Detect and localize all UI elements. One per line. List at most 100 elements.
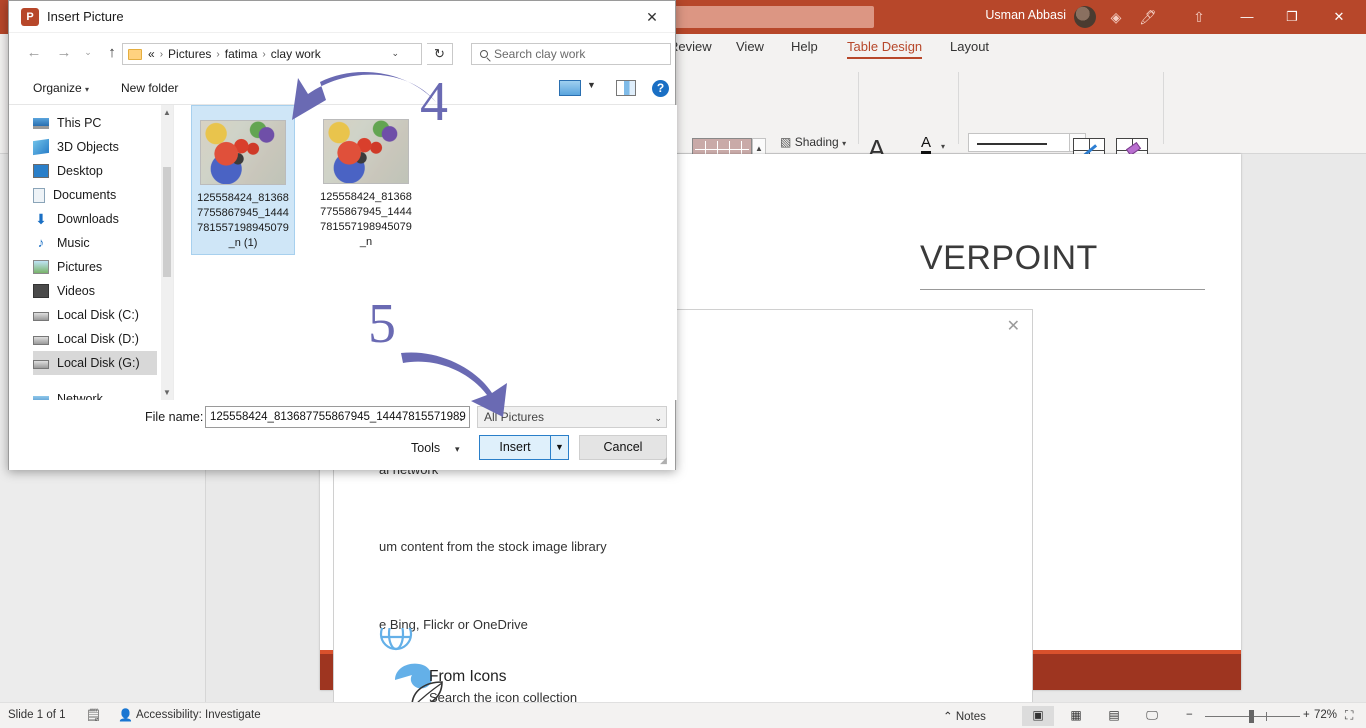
sidebar-item-local-disk-d[interactable]: Local Disk (D:) <box>33 327 157 351</box>
notes-icon: ⌃ <box>943 711 953 723</box>
slide-title[interactable]: VERPOINT <box>920 239 1098 278</box>
text-fill-icon[interactable]: A <box>921 134 932 154</box>
resize-grip[interactable]: ◢ <box>660 455 672 467</box>
zoom-level[interactable]: 72% <box>1314 709 1337 721</box>
chevron-down-icon: ▾ <box>85 85 90 94</box>
sidebar-item-videos[interactable]: Videos <box>33 279 157 303</box>
dialog-close-button[interactable]: ✕ <box>639 7 665 27</box>
avatar[interactable] <box>1074 6 1096 28</box>
insert-dropdown-button[interactable]: ▼ <box>551 435 569 460</box>
notes-button[interactable]: ⌃ Notes <box>943 709 986 723</box>
accessibility-status[interactable]: Accessibility: Investigate <box>136 709 261 721</box>
close-button[interactable]: ✕ <box>1320 4 1358 30</box>
chevron-down-icon[interactable]: ▾ <box>941 142 945 151</box>
sidebar-item-3d-objects[interactable]: 3D Objects <box>33 135 157 159</box>
zoom-slider-thumb[interactable] <box>1249 710 1254 723</box>
scroll-up-icon[interactable]: ▲ <box>163 108 171 117</box>
up-button[interactable]: ↑ <box>101 42 123 64</box>
sidebar-label: Documents <box>53 188 117 202</box>
annotation-arrow-5 <box>401 352 507 417</box>
forward-button[interactable]: → <box>53 42 75 64</box>
change-view-icon[interactable] <box>559 80 581 96</box>
tab-view[interactable]: View <box>736 39 764 54</box>
fit-to-window-icon[interactable]: ⛶ <box>1345 708 1353 723</box>
search-input[interactable]: Search clay work <box>471 43 671 65</box>
insert-button[interactable]: Insert <box>479 435 551 460</box>
cancel-button[interactable]: Cancel <box>579 435 667 460</box>
insert-pictures-row-2[interactable]: um content from the stock image library <box>379 535 607 554</box>
accessibility-icon[interactable]: 👤 <box>118 708 133 722</box>
breadcrumb-dropdown-icon[interactable]: ⌄ <box>391 48 399 59</box>
sidebar-item-local-disk-g[interactable]: Local Disk (G:) <box>33 351 157 375</box>
navigation-pane-scrollbar[interactable]: ▲ ▼ <box>161 105 173 400</box>
file-item-selected[interactable]: 125558424_813687755867945_14447815571989… <box>191 105 295 255</box>
scrollbar-thumb[interactable] <box>163 167 171 277</box>
shading-button[interactable]: ▧ Shading ▾ <box>780 135 846 149</box>
close-icon[interactable]: ✕ <box>1007 316 1020 336</box>
change-view-caret-icon[interactable]: ▼ <box>587 80 596 90</box>
tools-caret-icon[interactable]: ▾ <box>455 444 460 455</box>
view-normal-button[interactable]: ▣ <box>1022 706 1054 726</box>
3d-objects-icon <box>33 138 49 156</box>
sidebar-item-local-disk-c[interactable]: Local Disk (C:) <box>33 303 157 327</box>
view-slide-sorter-button[interactable]: ▦ <box>1060 706 1092 726</box>
view-slideshow-button[interactable]: 🖵 <box>1136 706 1168 726</box>
dialog-title: Insert Picture <box>47 9 124 24</box>
file-name-label: 125558424_813687755867945_14447815571989… <box>320 191 412 248</box>
sidebar-item-pictures[interactable]: Pictures <box>33 255 157 279</box>
minimize-button[interactable]: — <box>1228 4 1266 30</box>
recent-locations-button[interactable]: ⌄ <box>77 42 99 64</box>
sidebar-item-documents[interactable]: Documents <box>33 183 157 207</box>
powerpoint-search-box[interactable] <box>666 6 874 28</box>
breadcrumb-part-2[interactable]: clay work <box>271 47 321 61</box>
sidebar-item-downloads[interactable]: ⬇ Downloads <box>33 207 157 231</box>
account-name: Usman Abbasi <box>985 8 1066 22</box>
new-folder-button[interactable]: New folder <box>121 81 178 95</box>
chevron-down-icon: ▾ <box>842 139 847 148</box>
sidebar-label: Local Disk (C:) <box>57 308 139 322</box>
chevron-down-icon[interactable]: ⌄ <box>654 408 662 428</box>
breadcrumb-part-1[interactable]: fatima <box>225 47 258 61</box>
file-thumbnail <box>200 120 286 185</box>
shading-icon: ▧ <box>780 135 792 149</box>
tab-layout[interactable]: Layout <box>950 39 989 54</box>
scroll-down-icon[interactable]: ▼ <box>163 388 171 397</box>
sidebar-item-this-pc[interactable]: This PC <box>33 111 157 135</box>
sidebar-label: Local Disk (G:) <box>57 356 140 370</box>
back-button[interactable]: ← <box>23 42 45 64</box>
spell-check-icon[interactable]: 🗒 <box>86 708 101 722</box>
folder-icon <box>128 48 142 60</box>
help-icon[interactable]: ? <box>652 80 669 97</box>
music-icon: ♪ <box>37 235 45 250</box>
shading-label: Shading <box>794 135 839 149</box>
desktop-icon <box>33 164 49 178</box>
from-online-sources-globe-icon <box>379 628 413 651</box>
dialog-title-bar: P Insert Picture ✕ <box>9 1 675 33</box>
videos-icon <box>33 284 49 298</box>
tab-table-design[interactable]: Table Design <box>847 39 923 59</box>
preview-pane-icon[interactable] <box>616 80 636 96</box>
documents-icon <box>33 187 45 203</box>
breadcrumb-part-0[interactable]: Pictures <box>168 47 211 61</box>
sidebar-item-desktop[interactable]: Desktop <box>33 159 157 183</box>
restore-button[interactable]: ❐ <box>1273 4 1311 30</box>
tab-help[interactable]: Help <box>791 39 818 54</box>
disk-icon <box>33 312 49 321</box>
present-icon[interactable]: ⇧ <box>1187 7 1211 27</box>
tools-button[interactable]: Tools <box>411 441 440 455</box>
slide-indicator[interactable]: Slide 1 of 1 <box>8 709 66 721</box>
sidebar-label: Desktop <box>57 164 103 178</box>
sidebar-item-music[interactable]: ♪ Music <box>33 231 157 255</box>
zoom-in-button[interactable]: + <box>1303 709 1310 721</box>
pen-icon[interactable]: 🖊 <box>1136 7 1160 27</box>
diamond-icon[interactable]: ◈ <box>1104 7 1128 27</box>
slide-title-underline <box>920 289 1205 290</box>
from-icons-row[interactable]: From Icons Search the icon collection <box>429 668 577 705</box>
dialog-body: This PC 3D Objects Desktop Documents ⬇ D… <box>9 105 677 406</box>
organize-button[interactable]: Organize ▾ <box>33 81 89 95</box>
view-reading-button[interactable]: ▤ <box>1098 706 1130 726</box>
notes-label: Notes <box>955 711 986 723</box>
zoom-out-button[interactable]: − <box>1186 709 1193 721</box>
annotation-number-5: 5 <box>368 293 396 355</box>
pen-style-combo[interactable] <box>968 133 1070 152</box>
